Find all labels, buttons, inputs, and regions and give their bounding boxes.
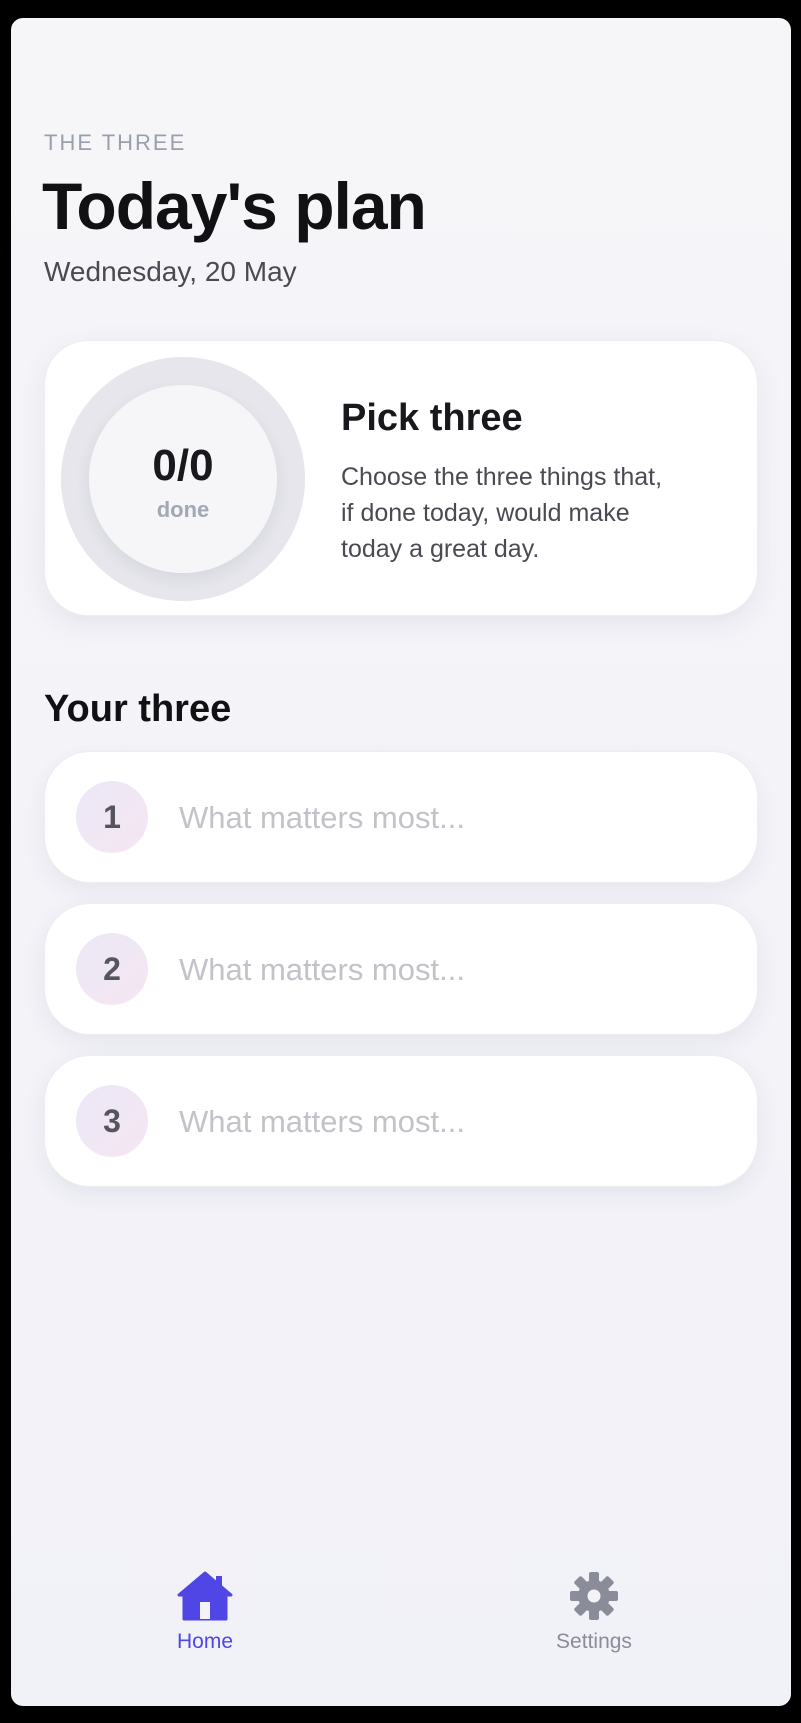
progress-card-title: Pick three xyxy=(341,397,523,439)
tab-settings[interactable]: Settings xyxy=(494,1558,694,1658)
gear-icon xyxy=(570,1572,618,1620)
tab-settings-label: Settings xyxy=(556,1630,632,1653)
task-input-1[interactable] xyxy=(179,792,719,844)
task-number-badge: 3 xyxy=(76,1085,148,1157)
tab-bar: Home Settings xyxy=(11,1558,791,1668)
page-title: Today's plan xyxy=(42,169,427,243)
progress-ring: 0/0 done xyxy=(61,357,305,601)
task-input-2[interactable] xyxy=(179,944,719,996)
task-input-3[interactable] xyxy=(179,1096,719,1148)
progress-card: 0/0 done Pick three Choose the three thi… xyxy=(44,340,758,616)
task-card-1: 1 xyxy=(44,751,758,883)
task-number-badge: 1 xyxy=(76,781,148,853)
section-title: Your three xyxy=(44,688,232,730)
progress-count: 0/0 xyxy=(152,441,214,490)
progress-ring-center: 0/0 done xyxy=(89,385,277,573)
home-icon xyxy=(177,1571,233,1621)
tab-home-label: Home xyxy=(176,1630,234,1653)
app-screen: THE THREE Today's plan Wednesday, 20 May… xyxy=(11,18,791,1706)
date-label: Wednesday, 20 May xyxy=(44,256,297,287)
progress-done-label: done xyxy=(156,497,210,522)
task-card-3: 3 xyxy=(44,1055,758,1187)
tab-home[interactable]: Home xyxy=(105,1558,305,1658)
progress-card-description: Choose the three things that, if done to… xyxy=(341,463,663,563)
app-eyebrow: THE THREE xyxy=(44,130,187,155)
task-card-2: 2 xyxy=(44,903,758,1035)
task-number-badge: 2 xyxy=(76,933,148,1005)
